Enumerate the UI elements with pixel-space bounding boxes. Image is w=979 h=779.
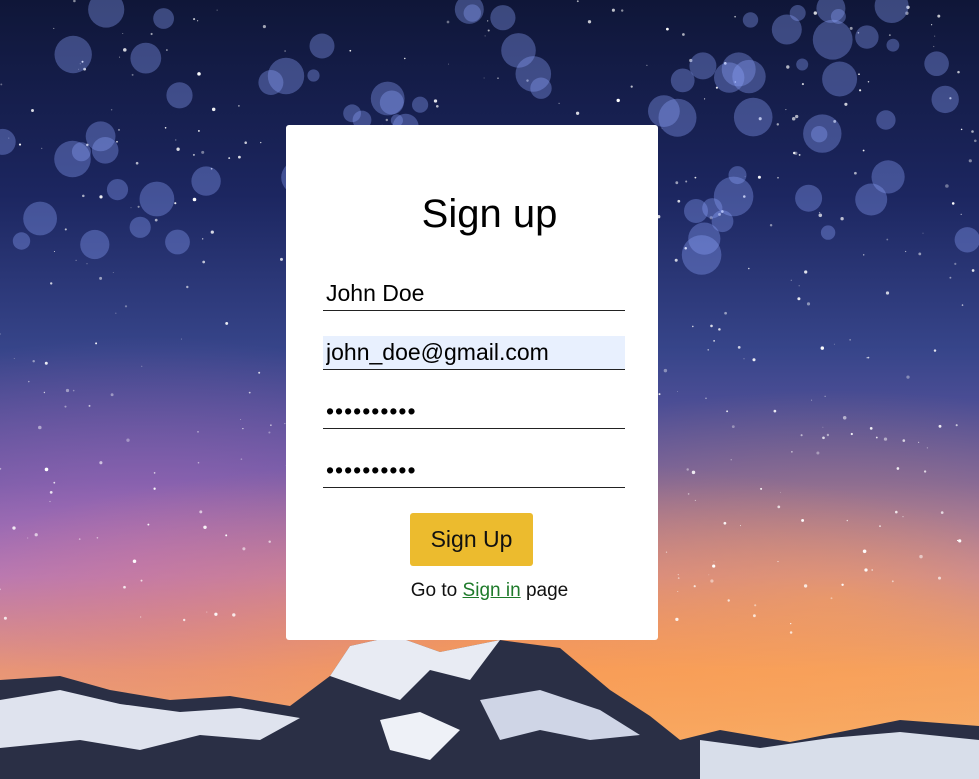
- sign-in-link[interactable]: Sign in: [463, 580, 521, 601]
- name-field[interactable]: [323, 277, 625, 311]
- email-field[interactable]: [323, 336, 625, 370]
- sign-up-button[interactable]: Sign Up: [410, 513, 533, 566]
- confirm-password-field[interactable]: [323, 454, 625, 488]
- signin-prompt-suffix: page: [525, 580, 569, 601]
- signin-prompt: Go to Sign in page: [0, 579, 979, 603]
- page-title: Sign up: [421, 192, 558, 236]
- signin-prompt-prefix: Go to: [410, 580, 458, 601]
- password-field[interactable]: [323, 395, 625, 429]
